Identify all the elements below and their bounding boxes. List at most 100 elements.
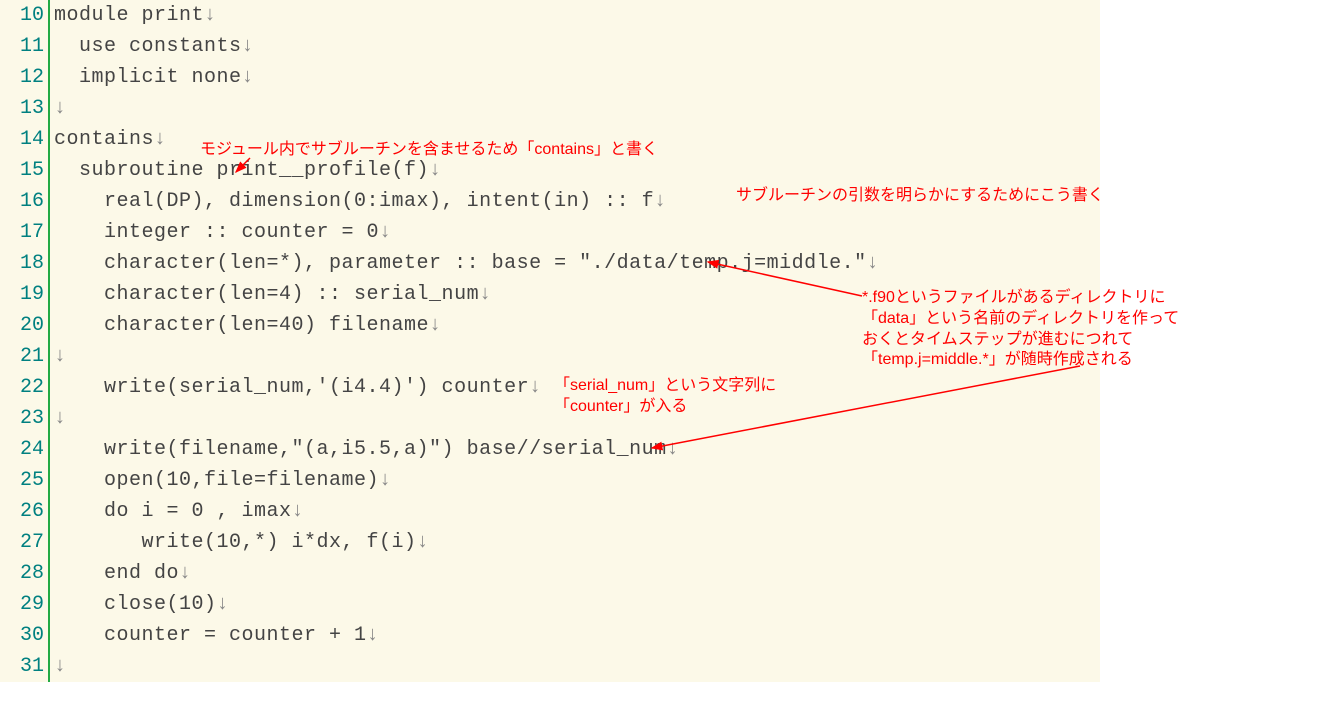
code-text: integer :: counter = 0 (54, 221, 379, 244)
gutter-bar (48, 465, 50, 496)
eol-marker: ↓ (867, 252, 879, 275)
gutter-bar (48, 248, 50, 279)
eol-marker: ↓ (154, 128, 166, 151)
eol-marker: ↓ (54, 97, 66, 120)
gutter-bar (48, 155, 50, 186)
eol-marker: ↓ (367, 624, 379, 647)
line-number: 19 (0, 283, 48, 306)
line-number: 29 (0, 593, 48, 616)
line-number: 11 (0, 35, 48, 58)
code-line: 31↓ (0, 651, 1100, 682)
code-line: 29 close(10)↓ (0, 589, 1100, 620)
gutter-bar (48, 186, 50, 217)
gutter-bar (48, 279, 50, 310)
line-number: 26 (0, 500, 48, 523)
code-line: 30 counter = counter + 1↓ (0, 620, 1100, 651)
code-text: write(filename,"(a,i5.5,a)") base//seria… (54, 438, 667, 461)
code-text: subroutine print__profile(f) (54, 159, 429, 182)
line-number: 24 (0, 438, 48, 461)
eol-marker: ↓ (217, 593, 229, 616)
gutter-bar (48, 620, 50, 651)
code-line: 12 implicit none↓ (0, 62, 1100, 93)
line-number: 23 (0, 407, 48, 430)
code-text: close(10) (54, 593, 217, 616)
code-line: 10 module print↓ (0, 0, 1100, 31)
line-number: 20 (0, 314, 48, 337)
eol-marker: ↓ (204, 4, 216, 27)
gutter-bar (48, 589, 50, 620)
code-text: character(len=4) :: serial_num (54, 283, 479, 306)
line-number: 12 (0, 66, 48, 89)
line-number: 31 (0, 655, 48, 678)
annotation-datadir-line1: *.f90というファイルがあるディレクトリに (862, 288, 1179, 309)
code-text: write(10,*) i*dx, f(i) (54, 531, 417, 554)
gutter-bar (48, 310, 50, 341)
code-text: use constants (54, 35, 242, 58)
eol-marker: ↓ (379, 469, 391, 492)
eol-marker: ↓ (379, 221, 391, 244)
code-line: 17 integer :: counter = 0↓ (0, 217, 1100, 248)
gutter-bar (48, 217, 50, 248)
gutter-bar (48, 496, 50, 527)
line-number: 27 (0, 531, 48, 554)
gutter-bar (48, 434, 50, 465)
code-line: 26 do i = 0 , imax↓ (0, 496, 1100, 527)
code-text: counter = counter + 1 (54, 624, 367, 647)
annotation-serialnum-line1: 「serial_num」という文字列に (554, 376, 776, 397)
eol-marker: ↓ (429, 159, 441, 182)
gutter-bar (48, 0, 50, 31)
eol-marker: ↓ (292, 500, 304, 523)
eol-marker: ↓ (654, 190, 666, 213)
line-number: 10 (0, 4, 48, 27)
eol-marker: ↓ (242, 66, 254, 89)
eol-marker: ↓ (54, 345, 66, 368)
annotation-serialnum-line2: 「counter」が入る (554, 397, 776, 418)
eol-marker: ↓ (667, 438, 679, 461)
code-text: open(10,file=filename) (54, 469, 379, 492)
gutter-bar (48, 527, 50, 558)
gutter-bar (48, 341, 50, 372)
annotation-datadir-line4: 「temp.j=middle.*」が随時作成される (862, 350, 1179, 371)
line-number: 15 (0, 159, 48, 182)
code-text: implicit none (54, 66, 242, 89)
gutter-bar (48, 558, 50, 589)
code-text: end do (54, 562, 179, 585)
code-line: 13 ↓ (0, 93, 1100, 124)
gutter-bar (48, 31, 50, 62)
code-line: 27 write(10,*) i*dx, f(i)↓ (0, 527, 1100, 558)
gutter-bar (48, 93, 50, 124)
code-text: character(len=40) filename (54, 314, 429, 337)
gutter-bar (48, 651, 50, 682)
eol-marker: ↓ (242, 35, 254, 58)
annotation-datadir-line2: 「data」という名前のディレクトリを作って (862, 309, 1179, 330)
eol-marker: ↓ (529, 376, 541, 399)
code-line: 25 open(10,file=filename)↓ (0, 465, 1100, 496)
line-number: 25 (0, 469, 48, 492)
gutter-bar (48, 124, 50, 155)
eol-marker: ↓ (479, 283, 491, 306)
code-line: 11 use constants↓ (0, 31, 1100, 62)
line-number: 30 (0, 624, 48, 647)
code-line: 18 character(len=*), parameter :: base =… (0, 248, 1100, 279)
line-number: 16 (0, 190, 48, 213)
line-number: 21 (0, 345, 48, 368)
line-number: 13 (0, 97, 48, 120)
annotation-datadir-line3: おくとタイムステップが進むにつれて (862, 330, 1179, 351)
eol-marker: ↓ (54, 407, 66, 430)
annotation-contains: モジュール内でサブルーチンを含ませるため「contains」と書く (200, 140, 658, 161)
line-number: 28 (0, 562, 48, 585)
line-number: 17 (0, 221, 48, 244)
line-number: 22 (0, 376, 48, 399)
code-text: character(len=*), parameter :: base = ".… (54, 252, 867, 275)
eol-marker: ↓ (429, 314, 441, 337)
code-line: 28 end do↓ (0, 558, 1100, 589)
code-line: 23 ↓ (0, 403, 1100, 434)
code-text: do i = 0 , imax (54, 500, 292, 523)
code-text: real(DP), dimension(0:imax), intent(in) … (54, 190, 654, 213)
annotation-datadir: *.f90というファイルがあるディレクトリに 「data」という名前のディレクト… (862, 288, 1179, 371)
gutter-bar (48, 403, 50, 434)
code-text: module print (54, 4, 204, 27)
annotation-subroutine-args: サブルーチンの引数を明らかにするためにこう書く (736, 186, 1104, 207)
code-line: 22 write(serial_num,'(i4.4)') counter↓ (0, 372, 1100, 403)
gutter-bar (48, 372, 50, 403)
